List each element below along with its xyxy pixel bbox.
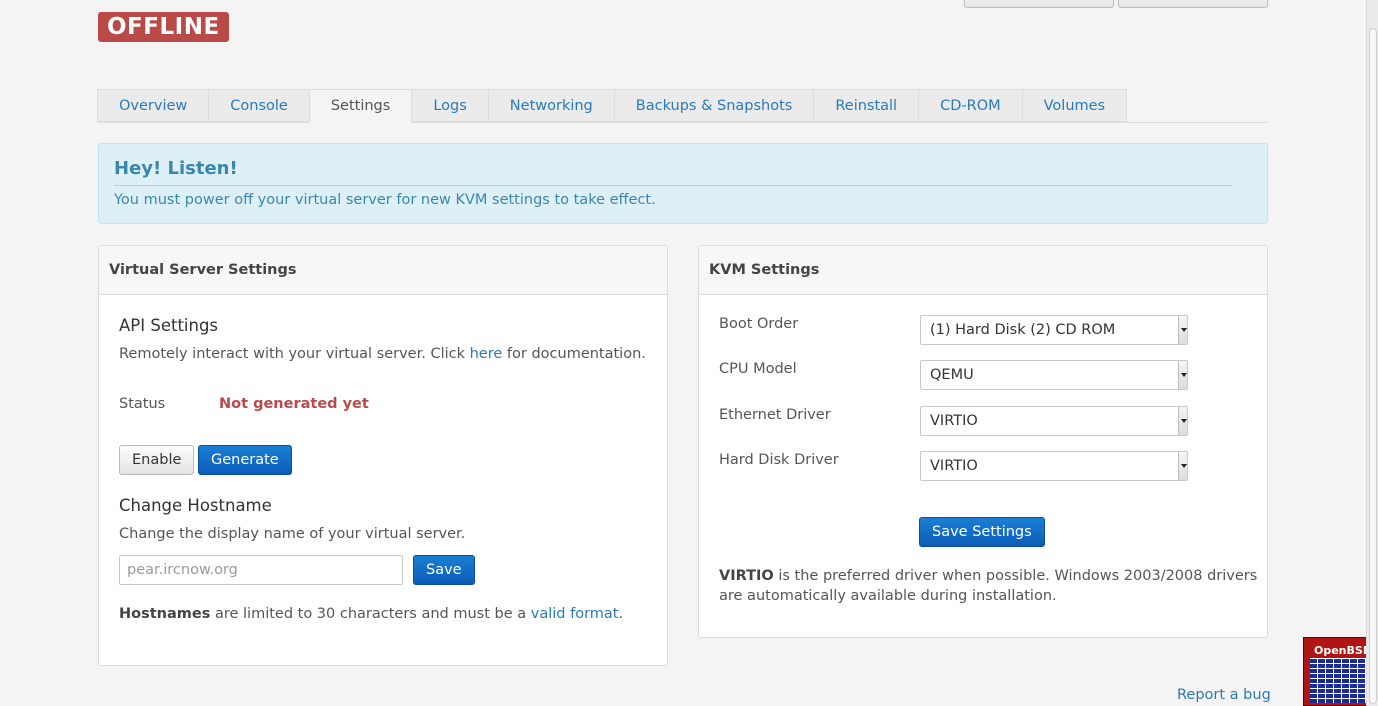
ethernet-driver-select[interactable]: VIRTIO bbox=[920, 406, 1188, 436]
report-bug-link[interactable]: Report a bug bbox=[1177, 687, 1271, 703]
hostname-note-text: are limited to 30 characters and must be… bbox=[210, 606, 531, 622]
hard-disk-driver-value: VIRTIO bbox=[930, 458, 978, 474]
panel-title: KVM Settings bbox=[699, 246, 1267, 295]
kvm-note-bold: VIRTIO bbox=[719, 568, 774, 584]
enable-api-button[interactable]: Enable bbox=[119, 445, 195, 475]
valid-format-link[interactable]: valid format bbox=[531, 606, 619, 622]
api-desc-text: Remotely interact with your virtual serv… bbox=[119, 346, 470, 362]
boot-order-select[interactable]: (1) Hard Disk (2) CD ROM bbox=[920, 315, 1188, 345]
tab-overview[interactable]: Overview bbox=[97, 89, 210, 122]
chevron-down-icon bbox=[1178, 407, 1187, 435]
documentation-link[interactable]: here bbox=[470, 346, 503, 362]
alert-title: Hey! Listen! bbox=[114, 158, 1232, 186]
hostname-input[interactable] bbox=[119, 555, 403, 585]
api-desc-text-end: for documentation. bbox=[502, 346, 646, 362]
save-hostname-button[interactable]: Save bbox=[413, 555, 475, 585]
hostname-note-end: . bbox=[618, 606, 624, 622]
generate-api-button[interactable]: Generate bbox=[198, 445, 292, 475]
tab-cd-rom[interactable]: CD-ROM bbox=[919, 89, 1023, 122]
panel-title: Virtual Server Settings bbox=[99, 246, 667, 295]
hostname-description: Change the display name of your virtual … bbox=[119, 526, 466, 542]
ethernet-driver-label: Ethernet Driver bbox=[719, 407, 831, 423]
chevron-down-icon bbox=[1178, 361, 1187, 389]
kvm-note-line2: are automatically available during insta… bbox=[719, 588, 1057, 604]
chevron-down-icon bbox=[1178, 316, 1187, 344]
status-badge: OFFLINE bbox=[98, 12, 229, 42]
tab-volumes[interactable]: Volumes bbox=[1022, 89, 1128, 122]
cpu-model-label: CPU Model bbox=[719, 361, 797, 377]
info-alert: Hey! Listen! You must power off your vir… bbox=[98, 143, 1268, 224]
api-status-value: Not generated yet bbox=[219, 396, 369, 412]
change-hostname-heading: Change Hostname bbox=[119, 496, 272, 515]
cpu-model-select[interactable]: QEMU bbox=[920, 360, 1188, 390]
boot-order-value: (1) Hard Disk (2) CD ROM bbox=[930, 322, 1116, 338]
api-status-label: Status bbox=[119, 396, 166, 412]
scrollbar-thumb[interactable] bbox=[1369, 28, 1377, 704]
top-button-left[interactable] bbox=[964, 0, 1114, 8]
hostname-note: Hostnames are limited to 30 characters a… bbox=[119, 606, 623, 622]
boot-order-label: Boot Order bbox=[719, 316, 799, 332]
kvm-note-line1: VIRTIO is the preferred driver when poss… bbox=[719, 568, 1257, 584]
tab-networking[interactable]: Networking bbox=[488, 89, 615, 122]
tab-backups-snapshots[interactable]: Backups & Snapshots bbox=[614, 89, 815, 122]
tab-reinstall[interactable]: Reinstall bbox=[814, 89, 920, 122]
save-settings-button[interactable]: Save Settings bbox=[919, 517, 1045, 547]
top-button-right[interactable] bbox=[1118, 0, 1268, 8]
vertical-scrollbar[interactable] bbox=[1366, 0, 1378, 706]
hard-disk-driver-select[interactable]: VIRTIO bbox=[920, 451, 1188, 481]
api-description: Remotely interact with your virtual serv… bbox=[119, 346, 646, 362]
kvm-note-text: is the preferred driver when possible. W… bbox=[773, 568, 1258, 584]
ethernet-driver-value: VIRTIO bbox=[930, 413, 978, 429]
hard-disk-driver-label: Hard Disk Driver bbox=[719, 452, 839, 468]
chevron-down-icon bbox=[1178, 452, 1187, 480]
api-settings-heading: API Settings bbox=[119, 316, 219, 335]
tab-console[interactable]: Console bbox=[209, 89, 310, 122]
tab-bar: Overview Console Settings Logs Networkin… bbox=[97, 89, 1268, 123]
tab-logs[interactable]: Logs bbox=[412, 89, 489, 122]
tab-settings[interactable]: Settings bbox=[309, 89, 413, 123]
hostname-note-bold: Hostnames bbox=[119, 606, 211, 622]
cpu-model-value: QEMU bbox=[930, 367, 974, 383]
alert-message: You must power off your virtual server f… bbox=[114, 192, 656, 208]
